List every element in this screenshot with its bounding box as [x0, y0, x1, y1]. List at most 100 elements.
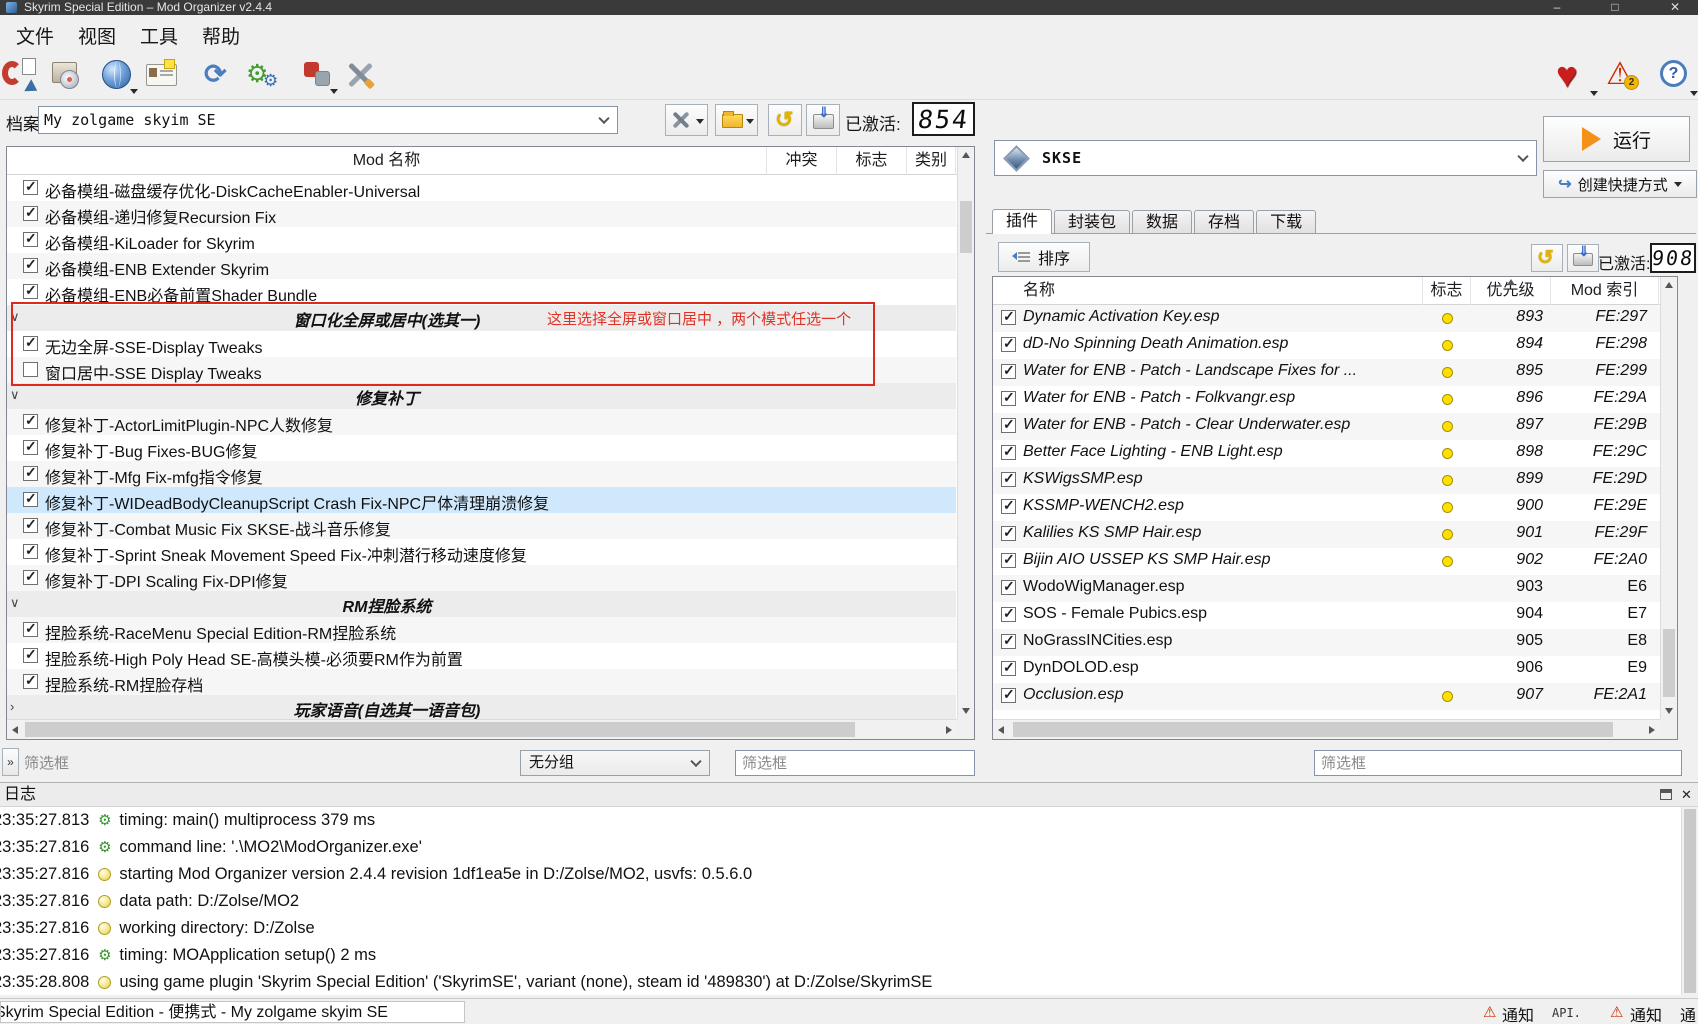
mod-separator-row[interactable]: ›玩家语音(自选其一语音包) [7, 695, 956, 721]
tab-plugins[interactable]: 插件 [992, 209, 1052, 234]
group-by-combobox[interactable]: 无分组 [520, 750, 710, 776]
column-header[interactable]: 冲突 [767, 147, 837, 175]
plugins-backup-button[interactable]: ⇓ [1567, 244, 1599, 272]
mod-checkbox[interactable] [23, 414, 38, 429]
problems-warning-icon[interactable]: ⚠2 [1606, 58, 1642, 96]
column-header[interactable]: 标志 [1423, 277, 1471, 305]
mod-checkbox[interactable] [23, 466, 38, 481]
mod-checkbox[interactable] [23, 674, 38, 689]
scrollbar-thumb[interactable] [25, 722, 855, 737]
plugin-checkbox[interactable] [1001, 418, 1016, 433]
mod-row[interactable]: 修复补丁-Combat Music Fix SKSE-战斗音乐修复 [7, 513, 956, 539]
endorse-heart-icon[interactable]: ♥ [1556, 58, 1592, 96]
mod-row[interactable]: 必备模组-ENB必备前置Shader Bundle [7, 279, 956, 305]
scrollbar-thumb[interactable] [960, 201, 972, 253]
mod-filter-input[interactable] [24, 750, 424, 776]
plugin-row[interactable]: KSSMP-WENCH2.esp900FE:29E [993, 494, 1660, 521]
mod-row[interactable]: 修复补丁-WIDeadBodyCleanupScript Crash Fix-N… [7, 487, 956, 513]
menu-item[interactable]: 文件 [4, 20, 66, 51]
plugin-row[interactable]: Bijin AIO USSEP KS SMP Hair.esp902FE:2A0 [993, 548, 1660, 575]
status-notice-3[interactable]: 通 [1680, 1002, 1696, 1024]
maximize-button[interactable]: □ [1598, 0, 1632, 15]
dock-icon[interactable] [1660, 789, 1672, 800]
mod-checkbox[interactable] [23, 206, 38, 221]
scroll-right-icon[interactable] [941, 722, 957, 738]
close-log-icon[interactable]: ✕ [1681, 783, 1692, 807]
minimize-button[interactable]: – [1540, 0, 1574, 15]
column-header[interactable]: 名称 [993, 277, 1423, 305]
plugin-row[interactable]: Water for ENB - Patch - Clear Underwater… [993, 413, 1660, 440]
plugin-row[interactable]: KSWigsSMP.esp899FE:29D [993, 467, 1660, 494]
plugin-filter-input[interactable] [1314, 750, 1682, 776]
plugin-row[interactable]: WodoWigManager.esp903E6 [993, 575, 1660, 602]
nexus-globe-icon[interactable] [102, 58, 138, 96]
mod-checkbox[interactable] [23, 492, 38, 507]
open-folder-button[interactable] [715, 104, 758, 136]
create-shortcut-button[interactable]: ↪ 创建快捷方式 [1543, 170, 1697, 198]
plugin-checkbox[interactable] [1001, 391, 1016, 406]
mod-list-horizontal-scrollbar[interactable] [7, 719, 957, 739]
plugin-checkbox[interactable] [1001, 337, 1016, 352]
plugin-checkbox[interactable] [1001, 580, 1016, 595]
mod-checkbox[interactable] [23, 544, 38, 559]
menu-item[interactable]: 视图 [66, 20, 128, 51]
plugin-row[interactable]: Kalilies KS SMP Hair.esp901FE:29F [993, 521, 1660, 548]
column-header[interactable]: 优先级 [1471, 277, 1551, 305]
plugin-checkbox[interactable] [1001, 688, 1016, 703]
mod-row[interactable]: 修复补丁-DPI Scaling Fix-DPI修复 [7, 565, 956, 591]
mod-row[interactable]: 必备模组-ENB Extender Skyrim [7, 253, 956, 279]
scrollbar-thumb[interactable] [1663, 629, 1675, 697]
executable-combobox[interactable]: SKSE [994, 140, 1537, 176]
plugin-row[interactable]: SOS - Female Pubics.esp904E7 [993, 602, 1660, 629]
close-button[interactable]: ✕ [1658, 0, 1692, 15]
plugin-checkbox[interactable] [1001, 661, 1016, 676]
plugin-row[interactable]: DynDOLOD.esp906E9 [993, 656, 1660, 683]
mod-checkbox[interactable] [23, 232, 38, 247]
sort-button[interactable]: 排序 [998, 242, 1090, 272]
column-header[interactable]: Mod 索引 [1551, 277, 1659, 305]
menu-item[interactable]: 帮助 [190, 20, 252, 51]
plugin-row[interactable]: dD-No Spinning Death Animation.esp894FE:… [993, 332, 1660, 359]
plugin-checkbox[interactable] [1001, 634, 1016, 649]
mod-checkbox[interactable] [23, 518, 38, 533]
mod-list-vertical-scrollbar[interactable] [957, 147, 974, 719]
settings-gears-icon[interactable]: ⚙⚙ [246, 58, 282, 96]
tab-item[interactable]: 数据 [1132, 210, 1192, 234]
restore-backup-button[interactable]: ↺ [768, 104, 802, 136]
mod-row[interactable]: 捏脸系统-High Poly Head SE-高模头模-必须要RM作为前置 [7, 643, 956, 669]
plugin-list-horizontal-scrollbar[interactable] [993, 719, 1660, 739]
menu-item[interactable]: 工具 [128, 20, 190, 51]
mod-checkbox[interactable] [23, 622, 38, 637]
plugin-checkbox[interactable] [1001, 310, 1016, 325]
plugins-restore-button[interactable]: ↺ [1531, 244, 1563, 272]
mod-row[interactable]: 修复补丁-Mfg Fix-mfg指令修复 [7, 461, 956, 487]
scrollbar-thumb[interactable] [1684, 809, 1696, 993]
mod-row[interactable]: 捏脸系统-RaceMenu Special Edition-RM捏脸系统 [7, 617, 956, 643]
scroll-up-icon[interactable] [958, 147, 974, 163]
mod-checkbox[interactable] [23, 648, 38, 663]
mod-row[interactable]: 修复补丁-ActorLimitPlugin-NPC人数修复 [7, 409, 956, 435]
mod-checkbox[interactable] [23, 180, 38, 195]
mod-separator-row[interactable]: ∨RM捏脸系统 [7, 591, 956, 617]
scroll-left-icon[interactable] [7, 722, 23, 738]
log-vertical-scrollbar[interactable] [1681, 807, 1698, 995]
scroll-down-icon[interactable] [958, 703, 974, 719]
mod-checkbox[interactable] [23, 284, 38, 299]
mod-row[interactable]: 必备模组-递归修复Recursion Fix [7, 201, 956, 227]
plugin-checkbox[interactable] [1001, 607, 1016, 622]
column-header[interactable]: Mod 名称 [7, 147, 767, 175]
mod-filter-box[interactable] [735, 750, 975, 776]
scroll-right-icon[interactable] [1644, 722, 1660, 738]
tab-item[interactable]: 下载 [1256, 210, 1316, 234]
mod-checkbox[interactable] [23, 440, 38, 455]
mod-row[interactable]: 修复补丁-Sprint Sneak Movement Speed Fix-冲刺潜… [7, 539, 956, 565]
status-notice-2[interactable]: 通知 [1630, 1002, 1662, 1024]
tab-item[interactable]: 封装包 [1054, 210, 1130, 234]
status-notice-1[interactable]: 通知 [1502, 1002, 1534, 1024]
mod-row[interactable]: 必备模组-磁盘缓存优化-DiskCacheEnabler-Universal [7, 175, 956, 201]
scroll-left-icon[interactable] [993, 722, 1009, 738]
mod-row[interactable]: 捏脸系统-RM捏脸存档 [7, 669, 956, 695]
help-icon[interactable]: ? [1658, 58, 1694, 96]
plugin-row[interactable]: Dynamic Activation Key.esp893FE:297 [993, 305, 1660, 332]
mod-row[interactable]: 无边全屏-SSE-Display Tweaks [7, 331, 956, 357]
